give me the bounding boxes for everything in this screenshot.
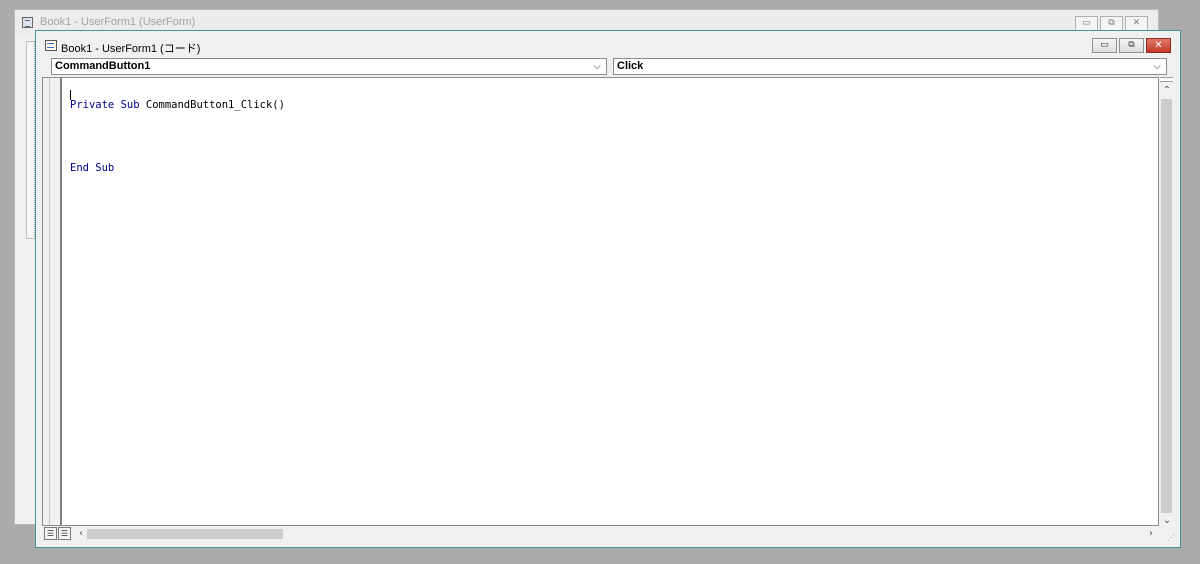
text-caret (70, 90, 71, 100)
scroll-left-icon[interactable]: ‹ (75, 527, 87, 540)
chevron-down-icon[interactable]: ⌵ (1150, 59, 1164, 74)
restore-button[interactable]: ⧉ (1100, 16, 1123, 31)
userform-window-title: Book1 - UserForm1 (UserForm) (40, 16, 196, 28)
object-combobox-value: CommandButton1 (55, 60, 151, 72)
vertical-scrollbar[interactable]: ⌃ ⌄ (1159, 77, 1175, 526)
code-window-icon (45, 40, 57, 51)
code-editor[interactable]: Private Sub CommandButton1_Click() End S… (42, 77, 1159, 526)
object-combobox[interactable]: CommandButton1 ⌵ (51, 58, 607, 75)
code-window-titlebar[interactable]: Book1 - UserForm1 (コード) ▭ ⧉ ✕ (36, 31, 1180, 58)
restore-button[interactable]: ⧉ (1119, 38, 1144, 53)
procedure-combobox[interactable]: Click ⌵ (613, 58, 1167, 75)
vertical-scroll-thumb[interactable] (1161, 99, 1172, 513)
userform-icon (22, 17, 33, 28)
margin-indicator-bar[interactable] (43, 78, 62, 525)
procedure-view-button[interactable]: ☰ (44, 527, 57, 540)
code-window-title: Book1 - UserForm1 (コード) (61, 43, 201, 55)
close-button[interactable]: ✕ (1146, 38, 1171, 53)
close-button[interactable]: ✕ (1125, 16, 1148, 31)
code-line: Private Sub CommandButton1_Click() (70, 99, 285, 111)
code-text[interactable]: Private Sub CommandButton1_Click() End S… (70, 79, 285, 195)
code-window[interactable]: Book1 - UserForm1 (コード) ▭ ⧉ ✕ CommandBut… (35, 30, 1181, 548)
resize-grip-icon[interactable]: ⋰ (1159, 526, 1175, 542)
scroll-down-icon[interactable]: ⌄ (1159, 513, 1175, 527)
split-bar[interactable] (1160, 77, 1173, 82)
procedure-combobox-value: Click (617, 60, 644, 72)
code-line: End Sub (70, 162, 115, 174)
horizontal-scroll-thumb[interactable] (87, 529, 283, 539)
scroll-right-icon[interactable]: › (1145, 527, 1157, 540)
minimize-button[interactable]: ▭ (1075, 16, 1098, 31)
full-module-view-button[interactable]: ☰ (58, 527, 71, 540)
minimize-button[interactable]: ▭ (1092, 38, 1117, 53)
chevron-down-icon[interactable]: ⌵ (590, 59, 604, 74)
scroll-up-icon[interactable]: ⌃ (1159, 83, 1175, 97)
code-window-bottom-bar: ☰ ☰ ‹ › (42, 526, 1159, 542)
